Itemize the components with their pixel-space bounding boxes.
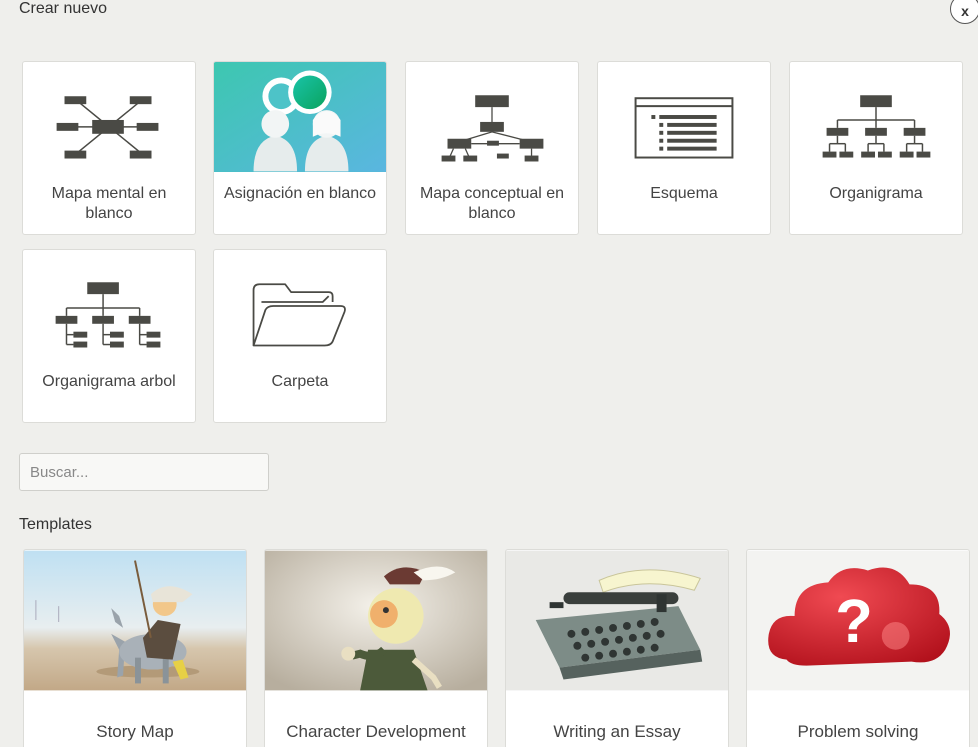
close-icon: x xyxy=(961,3,969,19)
assignment-image xyxy=(214,62,386,172)
typewriter-illustration xyxy=(506,550,728,691)
template-card-problem-solving[interactable]: ? Problem solving xyxy=(746,549,970,747)
tile-label: Organigrama arbol xyxy=(42,373,176,390)
blank-assignment-tile[interactable]: Asignación en blanco xyxy=(213,61,387,235)
tile-label: Carpeta xyxy=(271,373,329,390)
template-label: Writing an Essay xyxy=(553,722,681,741)
org-chart-icon xyxy=(822,95,931,158)
folder-tile[interactable]: Carpeta xyxy=(213,249,387,423)
templates-heading: Templates xyxy=(19,516,92,533)
dialog-title: Crear nuevo xyxy=(19,0,108,17)
tile-label: Asignación en blanco xyxy=(223,185,377,202)
mind-map-icon xyxy=(56,96,159,159)
template-card-character-development[interactable]: Character Development xyxy=(264,549,488,747)
outline-tile[interactable]: Esquema xyxy=(597,61,771,235)
concept-map-icon xyxy=(441,95,544,162)
search-input[interactable] xyxy=(19,453,269,491)
template-card-story-map[interactable]: Story Map xyxy=(23,549,247,747)
template-label: Story Map xyxy=(96,722,174,741)
tree-org-chart-tile[interactable]: Organigrama arbol xyxy=(22,249,196,423)
template-card-writing-an-essay[interactable]: Writing an Essay xyxy=(505,549,729,747)
blank-concept-map-tile[interactable]: Mapa conceptual en blanco xyxy=(405,61,579,235)
blank-mind-map-tile[interactable]: Mapa mental en blanco xyxy=(22,61,196,235)
folder-icon xyxy=(252,283,346,347)
template-label: Character Development xyxy=(286,722,466,741)
question-mark-cloud-illustration: ? xyxy=(747,550,969,691)
outline-icon xyxy=(634,97,734,159)
tile-label: Organigrama xyxy=(829,185,923,202)
close-button[interactable]: x xyxy=(950,0,978,24)
tree-org-chart-icon xyxy=(55,282,161,348)
org-chart-tile[interactable]: Organigrama xyxy=(789,61,963,235)
tile-label: Mapa conceptual en blanco xyxy=(419,185,565,222)
shakespeare-character-illustration xyxy=(265,550,487,691)
tile-label: Esquema xyxy=(650,185,718,202)
tile-label: Mapa mental en blanco xyxy=(51,185,167,222)
don-quixote-illustration xyxy=(24,550,246,691)
template-label: Problem solving xyxy=(797,722,919,741)
svg-text:?: ? xyxy=(835,587,873,656)
